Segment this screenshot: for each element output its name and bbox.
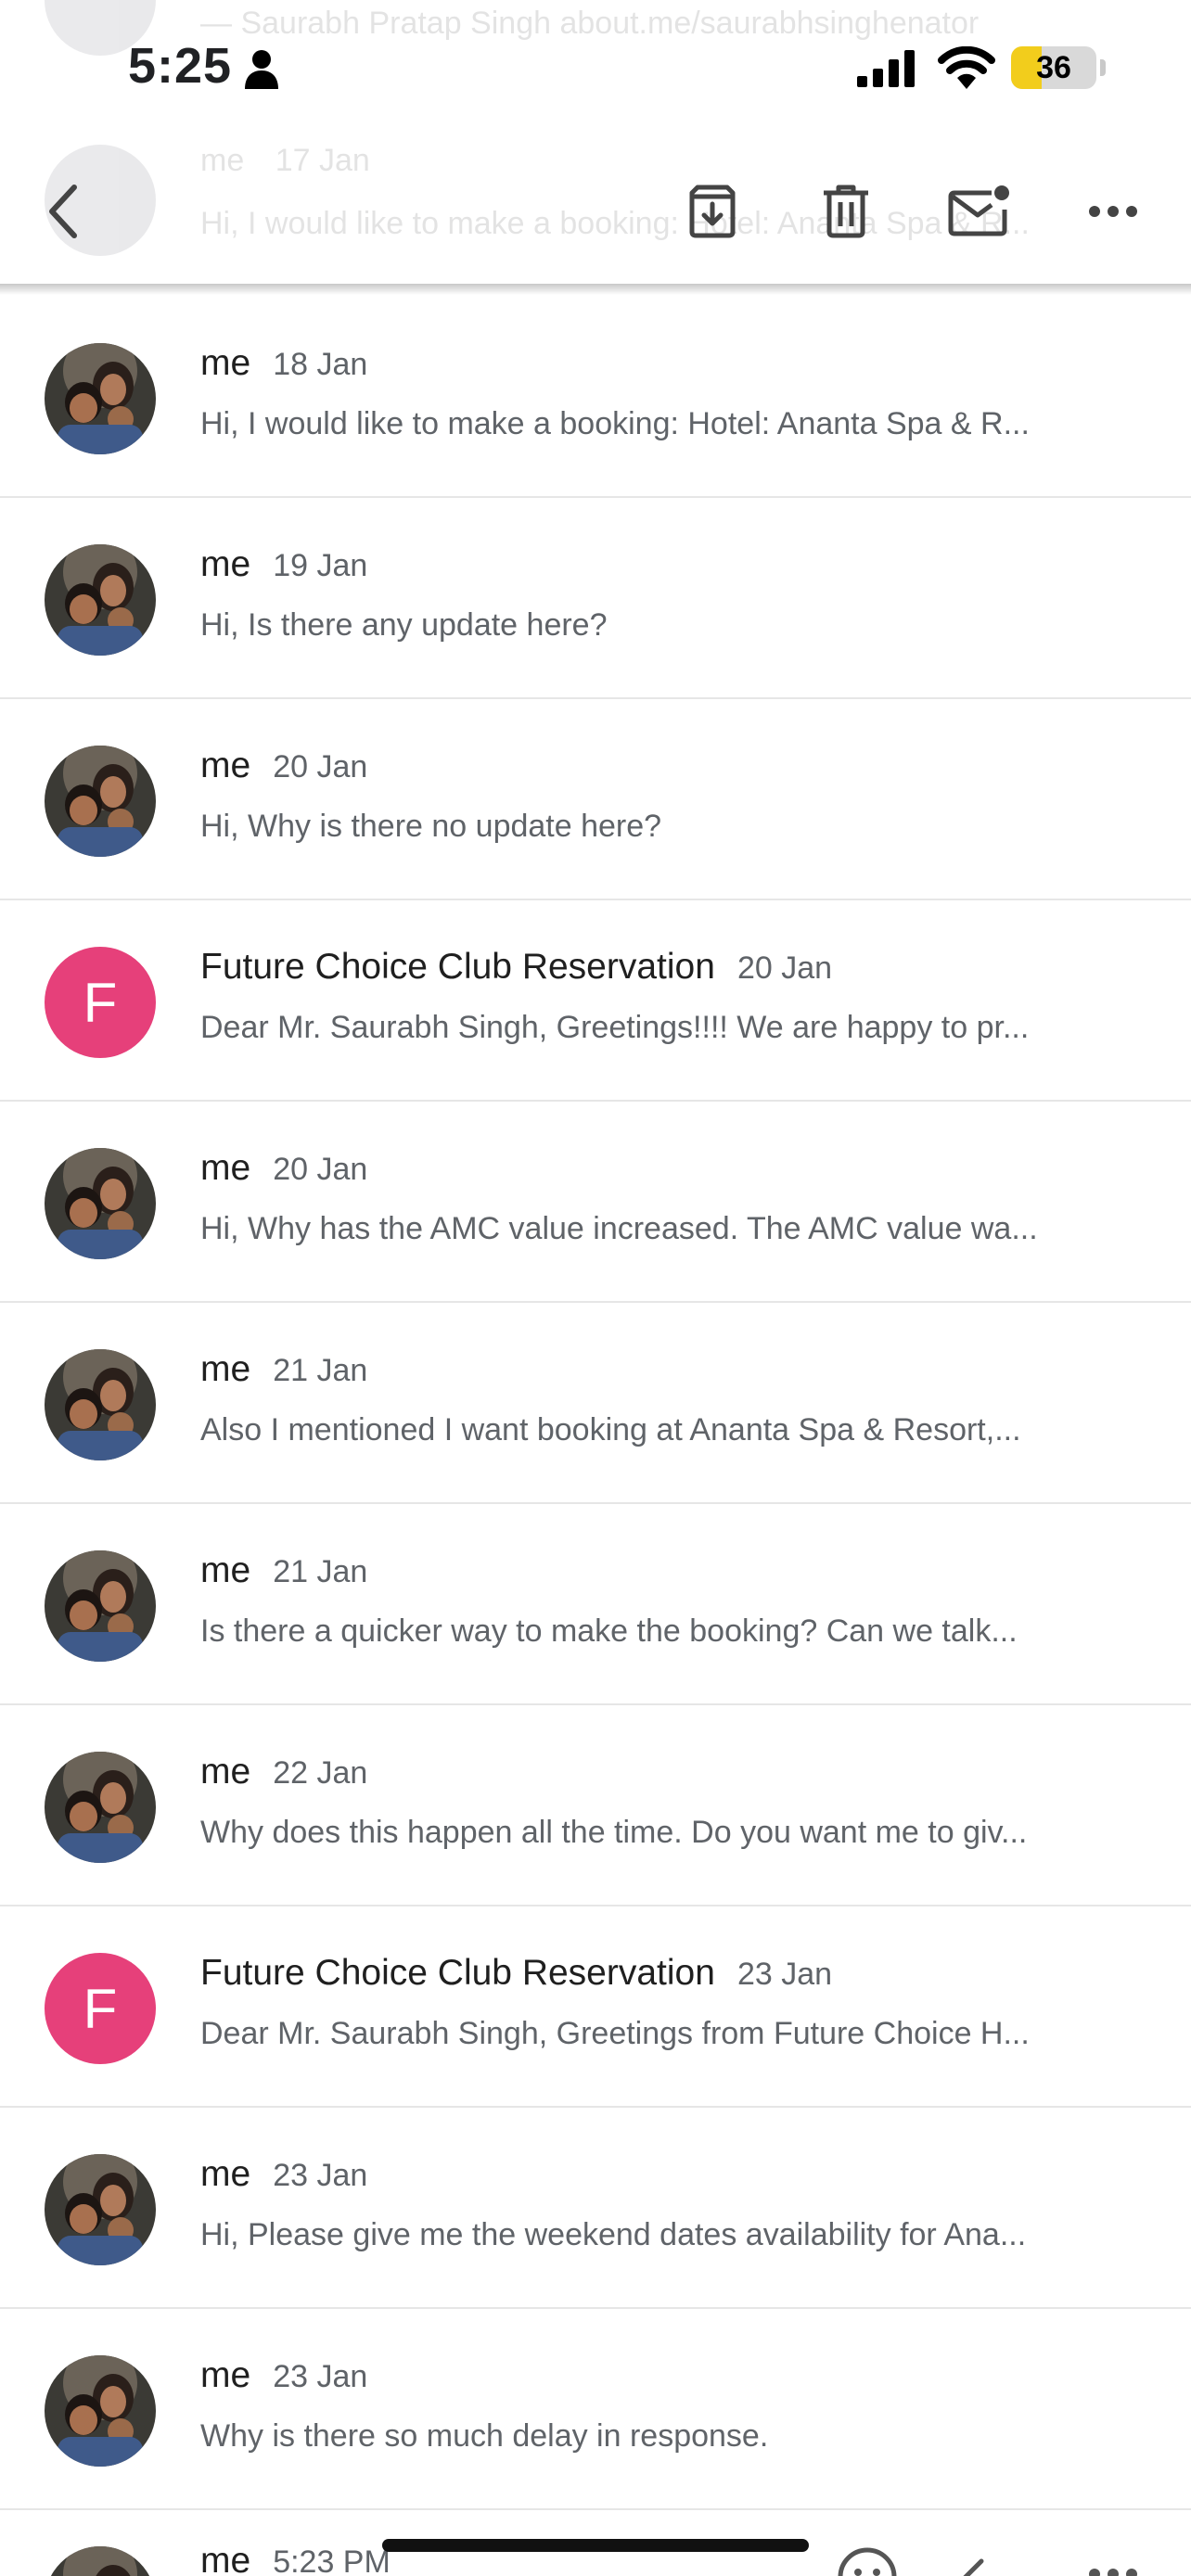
list-item[interactable]: me 20 Jan Hi, Why is there no update here?	[0, 699, 1191, 900]
message-snippet: Dear Mr. Saurabh Singh, Greetings!!!! We…	[200, 1010, 1030, 1045]
more-horizontal-icon	[1089, 206, 1137, 217]
sender-name: Future Choice Club Reservation	[200, 1953, 715, 1993]
sender-line: Future Choice Club Reservation 20 Jan	[200, 947, 832, 988]
message-date: 20 Jan	[736, 950, 833, 986]
avatar	[45, 1752, 156, 1863]
sender-line: me 23 Jan	[200, 2154, 367, 2195]
sender-line: me 23 Jan	[200, 2355, 367, 2396]
cellular-signal-icon	[857, 50, 915, 87]
avatar	[45, 746, 156, 857]
mark-unread-icon	[948, 185, 1009, 236]
sender-line: me 20 Jan	[200, 1148, 367, 1189]
avatar-letter: F	[83, 1977, 118, 2040]
delete-button[interactable]	[809, 174, 883, 249]
message-snippet: Dear Mr. Saurabh Singh, Greetings from F…	[200, 2016, 1030, 2051]
list-item[interactable]: me 23 Jan Hi, Please give me the weekend d…	[0, 2108, 1191, 2309]
message-snippet: Also I mentioned I want booking at Anant…	[200, 1412, 1021, 1447]
sender-line: me 20 Jan	[200, 746, 367, 786]
archive-button[interactable]	[675, 174, 749, 249]
chevron-left-icon	[49, 185, 77, 238]
sender-name: me	[200, 1752, 251, 1792]
message-snippet: Hi, I would like to make a booking: Hote…	[200, 406, 1030, 441]
message-snippet: Hi, Why has the AMC value increased. The…	[200, 1211, 1038, 1246]
message-snippet: Hi, Is there any update here?	[200, 607, 608, 643]
sender-name: me	[200, 746, 251, 785]
avatar	[45, 2154, 156, 2265]
list-item[interactable]: me 21 Jan Also I mentioned I want booking …	[0, 1303, 1191, 1504]
message-list: me 18 Jan Hi, I would like to make a booki…	[0, 297, 1191, 2510]
message-date: 20 Jan	[273, 1152, 368, 1187]
sender-line: me 21 Jan	[200, 1349, 367, 1390]
emoji-reaction-icon[interactable]	[835, 2544, 900, 2576]
list-item[interactable]: me 21 Jan Is there a quicker way to make t…	[0, 1504, 1191, 1705]
list-item[interactable]: me 19 Jan Hi, Is there any update here?	[0, 498, 1191, 699]
wifi-icon	[938, 46, 995, 89]
archive-icon	[689, 185, 736, 238]
message-snippet: Why is there so much delay in response.	[200, 2418, 769, 2454]
message-snippet: Hi, Please give me the weekend dates ava…	[200, 2217, 1027, 2252]
battery-icon: 36	[1011, 46, 1096, 89]
message-date: 21 Jan	[273, 1353, 368, 1388]
avatar	[45, 2355, 156, 2467]
sender-line: me 22 Jan	[200, 1752, 367, 1792]
more-options-button[interactable]	[1076, 174, 1150, 249]
message-date: 5:23 PM	[273, 2544, 391, 2576]
thread-toolbar	[0, 139, 1191, 286]
sender-name: Future Choice Club Reservation	[200, 947, 715, 987]
more-horizontal-icon[interactable]	[1087, 2567, 1139, 2576]
avatar	[45, 1349, 156, 1460]
sender-line: me 21 Jan	[200, 1550, 367, 1591]
message-date: 20 Jan	[273, 749, 368, 784]
battery-tip	[1100, 59, 1106, 76]
sender-name: me	[200, 1349, 251, 1389]
back-button[interactable]	[26, 174, 100, 249]
list-item[interactable]: me 18 Jan Hi, I would like to make a booki…	[0, 297, 1191, 498]
home-indicator	[382, 2539, 809, 2552]
sender-line: Future Choice Club Reservation 23 Jan	[200, 1953, 832, 1994]
list-item[interactable]: me 20 Jan Hi, Why has the AMC value increa…	[0, 1102, 1191, 1303]
sender-name: me	[200, 2154, 251, 2194]
list-item[interactable]: me 23 Jan Why is there so much delay in re…	[0, 2309, 1191, 2510]
person-icon	[245, 50, 278, 89]
message-snippet: Hi, Why is there no update here?	[200, 809, 662, 844]
avatar	[45, 1550, 156, 1662]
message-snippet: Why does this happen all the time. Do yo…	[200, 1815, 1028, 1850]
message-date: 21 Jan	[273, 1554, 368, 1589]
sender-name: me 5:23 PM	[200, 2541, 391, 2576]
sender-line: me 18 Jan	[200, 343, 367, 384]
avatar: F	[45, 947, 156, 1058]
avatar-letter: F	[83, 971, 118, 1034]
list-item[interactable]: F Future Choice Club Reservation 20 Jan Dea…	[0, 900, 1191, 1102]
sender-name: me	[200, 1550, 251, 1590]
avatar: F	[45, 1953, 156, 2064]
message-snippet: Is there a quicker way to make the booki…	[200, 1613, 1018, 1649]
avatar	[45, 343, 156, 454]
sender-name: me	[200, 343, 251, 383]
trash-icon	[824, 185, 868, 238]
reply-icon[interactable]	[955, 2552, 1011, 2576]
avatar	[45, 1148, 156, 1259]
sender-name: me	[200, 544, 251, 584]
toolbar-shadow	[0, 284, 1191, 295]
message-date: 23 Jan	[273, 2359, 368, 2394]
avatar	[45, 2546, 156, 2576]
status-bar: 5:25 36	[0, 0, 1191, 139]
message-date: 22 Jan	[273, 1755, 368, 1791]
message-date: 18 Jan	[273, 347, 368, 382]
avatar	[45, 544, 156, 656]
list-item[interactable]: me 22 Jan Why does this happen all the tim…	[0, 1705, 1191, 1906]
battery-percent: 36	[1036, 50, 1071, 85]
message-date: 23 Jan	[273, 2158, 368, 2193]
status-time: 5:25	[128, 38, 233, 94]
sender-name-text: me	[200, 2541, 251, 2576]
sender-name: me	[200, 1148, 251, 1188]
mark-unread-button[interactable]	[942, 174, 1017, 249]
sender-name: me	[200, 2355, 251, 2395]
list-item[interactable]: F Future Choice Club Reservation 23 Jan Dea…	[0, 1906, 1191, 2108]
message-date: 19 Jan	[273, 548, 368, 583]
sender-line: me 19 Jan	[200, 544, 367, 585]
message-date: 23 Jan	[736, 1957, 833, 1992]
